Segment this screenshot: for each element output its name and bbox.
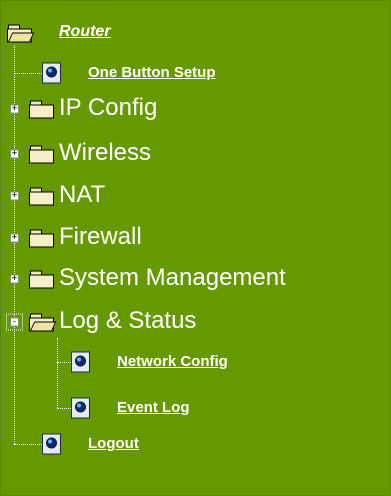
system-management-label[interactable]: System Management — [59, 264, 286, 292]
page-globe-icon — [71, 397, 90, 419]
root-label[interactable]: Router — [59, 23, 111, 41]
event-log-link[interactable]: Event Log — [117, 399, 190, 416]
wireless-label[interactable]: Wireless — [59, 139, 151, 167]
folder-icon — [29, 270, 54, 289]
tree-item-system-management[interactable]: + System Management — [1, 262, 381, 296]
expand-icon[interactable]: + — [10, 191, 19, 201]
tree-item-firewall[interactable]: + Firewall — [1, 221, 321, 255]
folder-icon — [29, 229, 54, 248]
page-globe-icon — [42, 62, 61, 84]
folder-icon — [29, 145, 54, 164]
page-globe-icon — [71, 351, 90, 373]
page-globe-icon — [42, 433, 61, 455]
collapse-icon[interactable]: - — [6, 313, 23, 331]
logout-link[interactable]: Logout — [88, 435, 139, 452]
tree-item-event-log[interactable]: Event Log — [1, 391, 321, 425]
tree-item-network-config[interactable]: Network Config — [1, 345, 321, 379]
folder-icon — [29, 187, 54, 206]
one-button-setup-link[interactable]: One Button Setup — [88, 64, 216, 81]
tree-root-router[interactable]: Router — [1, 16, 201, 50]
nat-label[interactable]: NAT — [59, 181, 105, 209]
open-folder-icon — [29, 313, 57, 332]
expand-icon[interactable]: + — [10, 233, 19, 243]
ip-config-label[interactable]: IP Config — [59, 94, 157, 122]
expand-icon[interactable]: + — [10, 274, 19, 284]
firewall-label[interactable]: Firewall — [59, 223, 142, 251]
tree-item-log-status[interactable]: - Log & Status — [1, 305, 321, 339]
network-config-link[interactable]: Network Config — [117, 353, 228, 370]
folder-icon — [29, 100, 54, 119]
log-status-label[interactable]: Log & Status — [59, 307, 196, 335]
tree-item-one-button-setup[interactable]: One Button Setup — [1, 56, 321, 90]
tree-item-nat[interactable]: + NAT — [1, 179, 321, 213]
tree-item-logout[interactable]: Logout — [1, 427, 321, 461]
expand-icon[interactable]: + — [10, 149, 19, 159]
tree-item-ip-config[interactable]: + IP Config — [1, 92, 321, 126]
navigation-tree-panel: Router One Button Setup + IP Config + Wi… — [0, 0, 391, 496]
open-folder-icon — [7, 24, 35, 43]
expand-icon[interactable]: + — [10, 104, 19, 114]
tree-item-wireless[interactable]: + Wireless — [1, 137, 321, 171]
